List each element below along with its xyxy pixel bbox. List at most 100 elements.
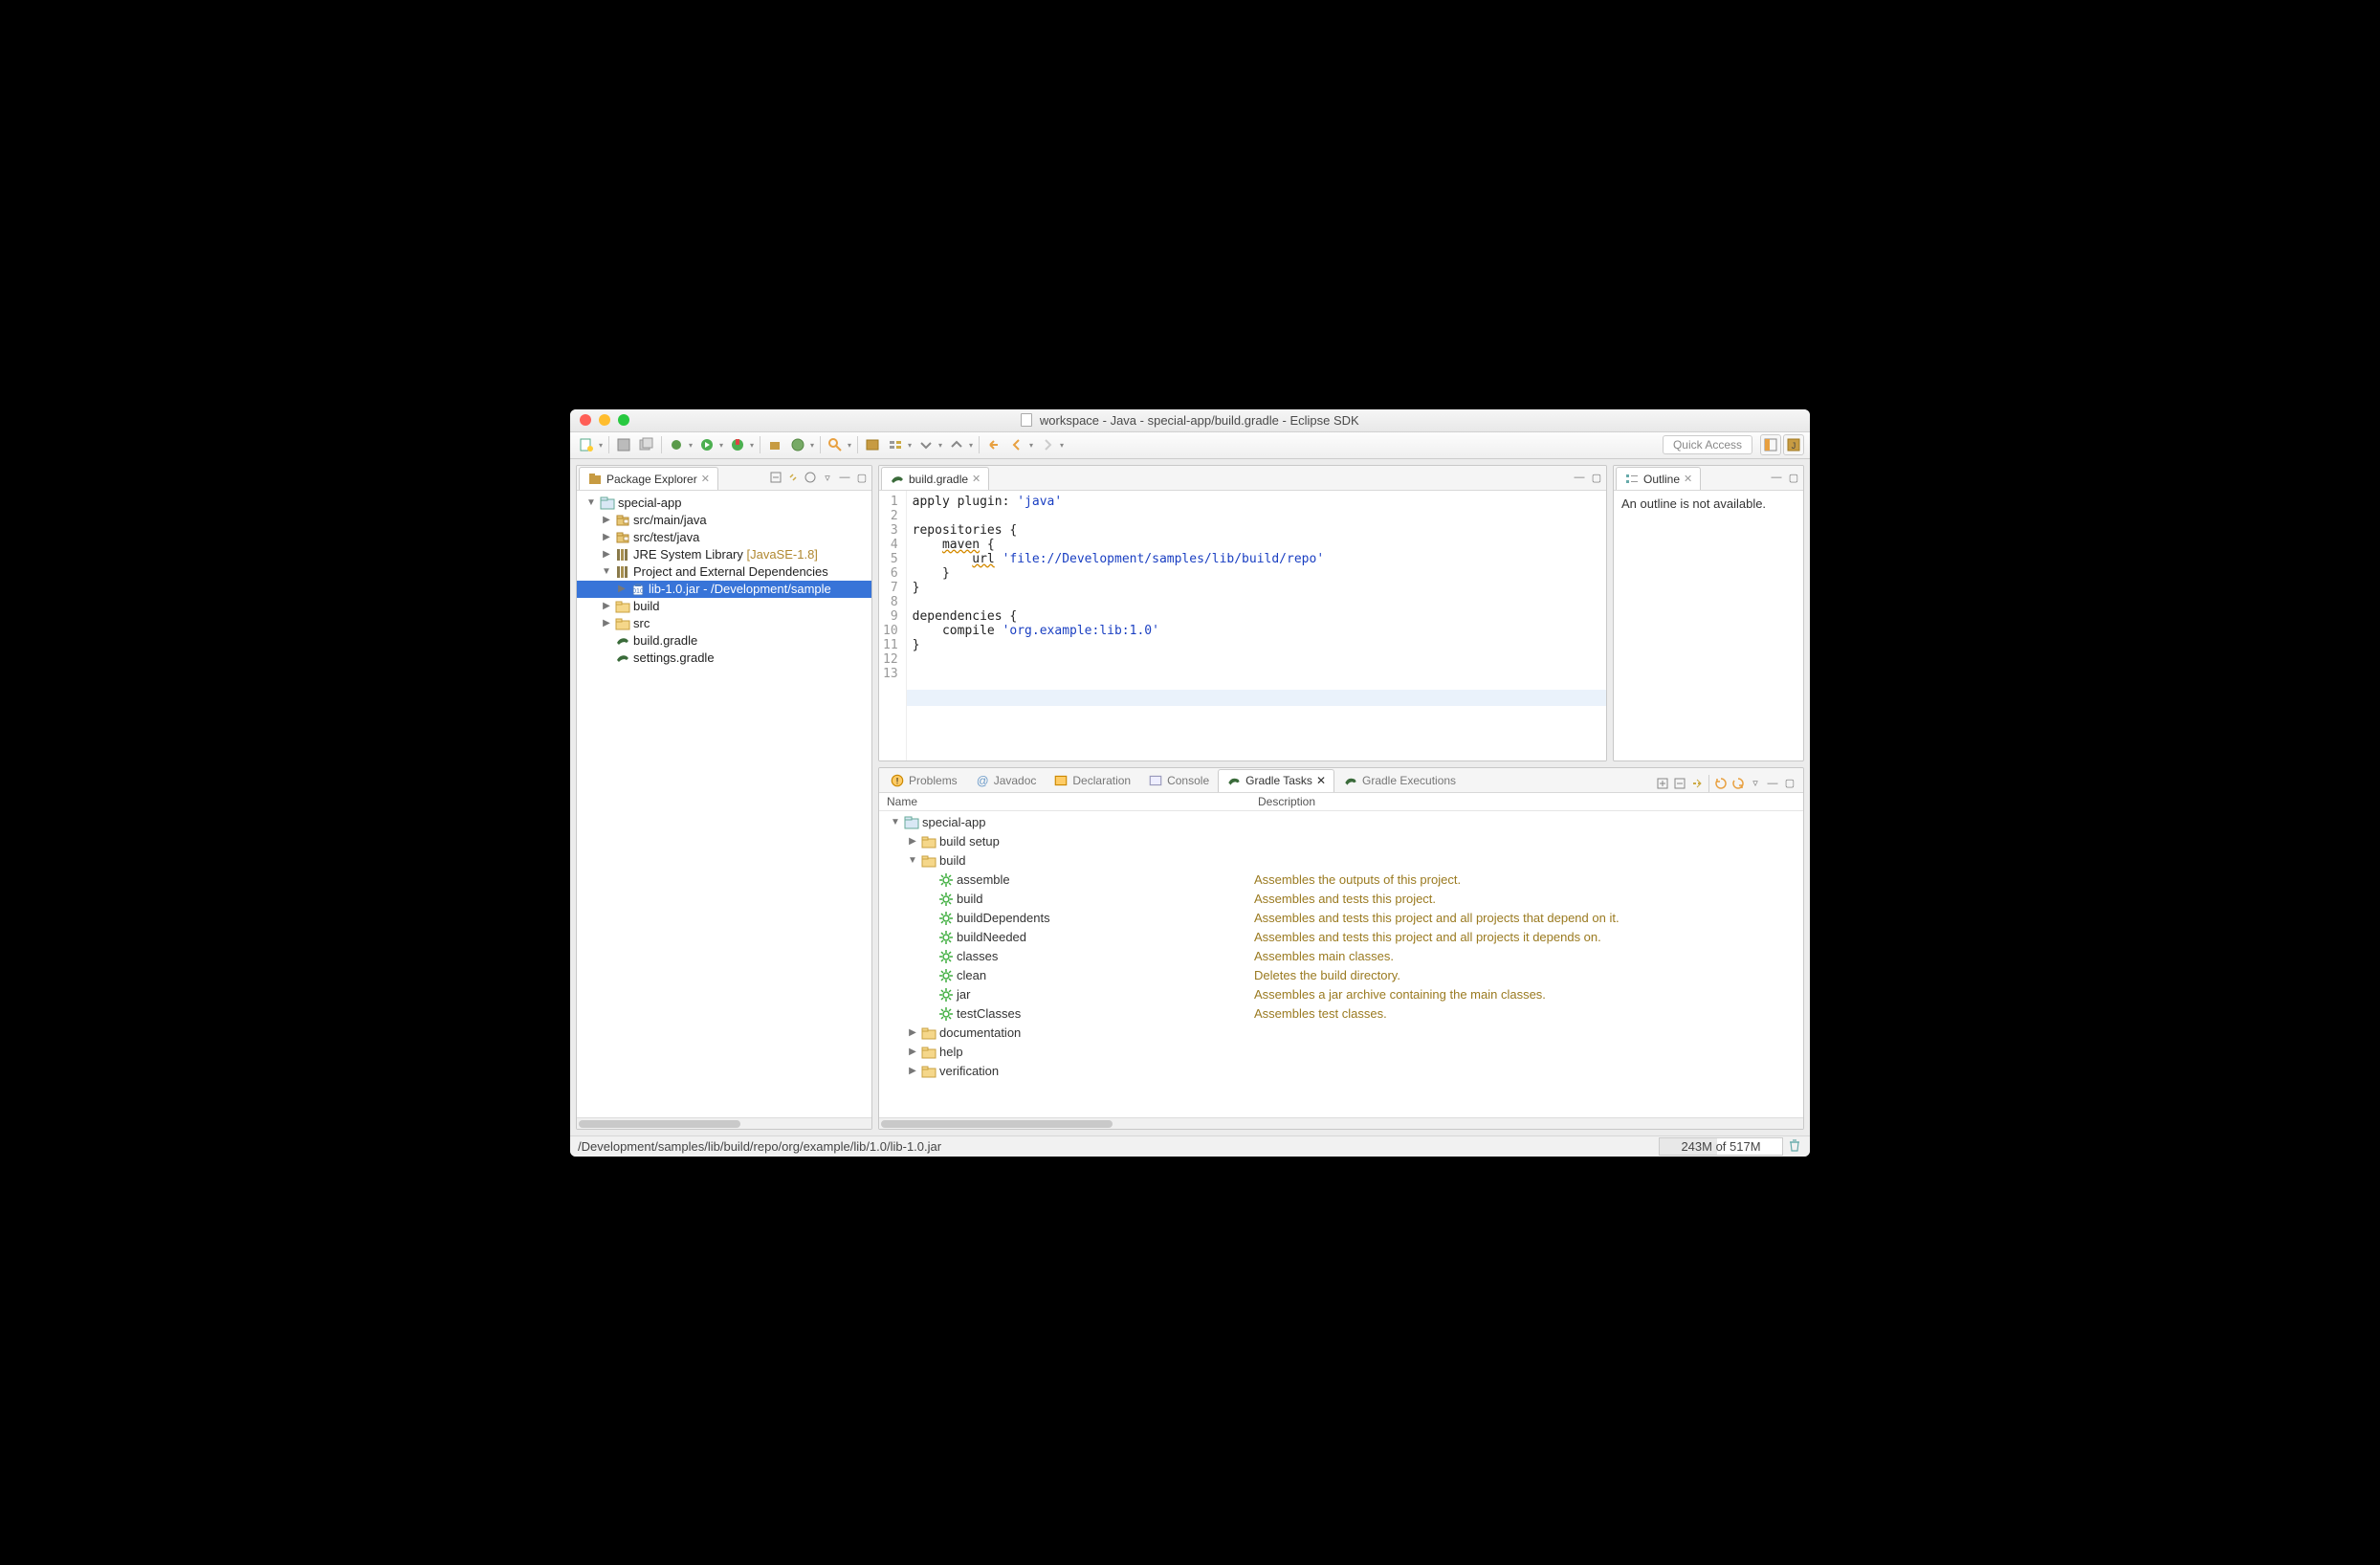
task-row[interactable]: ▶documentation (879, 1024, 1803, 1043)
collapse-all-button[interactable] (768, 470, 783, 485)
close-icon[interactable]: ✕ (1684, 473, 1692, 485)
col-description[interactable]: Description (1258, 795, 1315, 808)
tree-item[interactable]: ▼Project and External Dependencies (577, 563, 871, 581)
tree-item[interactable]: ▶src/main/java (577, 512, 871, 529)
back-button[interactable] (1006, 434, 1027, 455)
task-row[interactable]: jarAssembles a jar archive containing th… (879, 985, 1803, 1004)
maximize-editor-button[interactable]: ▢ (1589, 470, 1604, 485)
link-editor-button[interactable] (785, 470, 801, 485)
tree-item[interactable]: ▶build (577, 598, 871, 615)
minimize-editor-button[interactable]: — (1572, 470, 1587, 485)
task-row[interactable]: ▼build (879, 851, 1803, 871)
bottom-tab-javadoc[interactable]: @Javadoc (966, 769, 1046, 792)
heap-status[interactable]: 243M of 517M (1659, 1137, 1783, 1156)
maximize-bottom-button[interactable]: ▢ (1782, 776, 1797, 791)
tree-item[interactable]: build.gradle (577, 632, 871, 650)
explorer-scrollbar[interactable] (577, 1117, 871, 1129)
forward-button[interactable] (1037, 434, 1058, 455)
close-icon[interactable]: ✕ (1316, 774, 1326, 787)
line-gutter: 12345678910111213 (879, 491, 907, 760)
debug-dropdown[interactable]: ▾ (687, 434, 694, 455)
view-menu-button[interactable]: ▿ (820, 470, 835, 485)
refresh-all-button[interactable] (1730, 776, 1746, 791)
outline-icon (1624, 472, 1640, 487)
task-row[interactable]: ▶build setup (879, 832, 1803, 851)
tree-item[interactable]: ▶010lib-1.0.jar - /Development/sample (577, 581, 871, 598)
new-button[interactable] (576, 434, 597, 455)
new-package-button[interactable] (764, 434, 785, 455)
open-perspective-button[interactable] (1760, 434, 1781, 455)
search-dropdown[interactable]: ▾ (846, 434, 853, 455)
outline-tab[interactable]: Outline ✕ (1616, 467, 1701, 490)
java-perspective-button[interactable]: J (1783, 434, 1804, 455)
open-type-button[interactable] (862, 434, 883, 455)
explorer-tree[interactable]: ▼special-app▶src/main/java▶src/test/java… (577, 491, 871, 1117)
task-row[interactable]: assembleAssembles the outputs of this pr… (879, 871, 1803, 890)
forward-dropdown[interactable]: ▾ (1058, 434, 1066, 455)
tree-item[interactable]: ▶src (577, 615, 871, 632)
prev-dropdown[interactable]: ▾ (967, 434, 975, 455)
collapse-all-button[interactable] (1672, 776, 1687, 791)
next-dropdown[interactable]: ▾ (937, 434, 944, 455)
last-edit-button[interactable] (983, 434, 1004, 455)
new-type-dropdown[interactable]: ▾ (808, 434, 816, 455)
next-annotation-button[interactable] (915, 434, 937, 455)
coverage-button[interactable] (727, 434, 748, 455)
editor-area[interactable]: 12345678910111213 apply plugin: 'java' r… (879, 491, 1606, 760)
expand-all-button[interactable] (1655, 776, 1670, 791)
svg-text:J: J (1792, 441, 1796, 451)
save-all-button[interactable] (636, 434, 657, 455)
task-row[interactable]: ▶verification (879, 1062, 1803, 1081)
tree-item[interactable]: settings.gradle (577, 650, 871, 667)
run-button[interactable] (696, 434, 717, 455)
save-button[interactable] (613, 434, 634, 455)
bottom-scrollbar[interactable] (879, 1117, 1803, 1129)
refresh-button[interactable] (1713, 776, 1729, 791)
bottom-tab-problems[interactable]: !Problems (881, 769, 966, 792)
col-name[interactable]: Name (887, 795, 1258, 808)
coverage-dropdown[interactable]: ▾ (748, 434, 756, 455)
titlebar: workspace - Java - special-app/build.gra… (570, 409, 1810, 432)
maximize-outline-button[interactable]: ▢ (1786, 470, 1801, 485)
task-row[interactable]: buildDependentsAssembles and tests this … (879, 909, 1803, 928)
focus-task-button[interactable] (803, 470, 818, 485)
back-dropdown[interactable]: ▾ (1027, 434, 1035, 455)
close-icon[interactable]: ✕ (701, 473, 710, 485)
view-menu-button[interactable]: ▿ (1748, 776, 1763, 791)
prev-annotation-button[interactable] (946, 434, 967, 455)
new-dropdown[interactable]: ▾ (597, 434, 605, 455)
minimize-view-button[interactable]: — (837, 470, 852, 485)
link-selection-button[interactable] (1689, 776, 1705, 791)
package-explorer-tab[interactable]: Package Explorer ✕ (579, 467, 718, 490)
bottom-tab-declaration[interactable]: Declaration (1045, 769, 1139, 792)
bottom-tab-console[interactable]: Console (1139, 769, 1218, 792)
tree-item[interactable]: ▼special-app (577, 495, 871, 512)
tree-item[interactable]: ▶JRE System Library [JavaSE-1.8] (577, 546, 871, 563)
bottom-tab-gradle-executions[interactable]: Gradle Executions (1334, 769, 1465, 792)
minimize-outline-button[interactable]: — (1769, 470, 1784, 485)
tree-item[interactable]: ▶src/test/java (577, 529, 871, 546)
close-icon[interactable]: ✕ (972, 473, 981, 485)
editor-tab[interactable]: build.gradle ✕ (881, 467, 989, 490)
maximize-view-button[interactable]: ▢ (854, 470, 870, 485)
task-row[interactable]: buildNeededAssembles and tests this proj… (879, 928, 1803, 947)
task-row[interactable]: classesAssembles main classes. (879, 947, 1803, 966)
new-class-button[interactable] (787, 434, 808, 455)
nav-dropdown[interactable]: ▾ (906, 434, 914, 455)
quick-access[interactable]: Quick Access (1663, 435, 1752, 454)
task-row[interactable]: ▼special-app (879, 813, 1803, 832)
task-row[interactable]: buildAssembles and tests this project. (879, 890, 1803, 909)
minimize-bottom-button[interactable]: — (1765, 776, 1780, 791)
package-explorer-pane: Package Explorer ✕ ▿ — ▢ ▼special-app▶sr… (576, 465, 872, 1130)
toggle-breadcrumb-button[interactable] (885, 434, 906, 455)
task-row[interactable]: testClassesAssembles test classes. (879, 1004, 1803, 1024)
debug-button[interactable] (666, 434, 687, 455)
code-content[interactable]: apply plugin: 'java' repositories { mave… (907, 491, 1606, 760)
task-row[interactable]: cleanDeletes the build directory. (879, 966, 1803, 985)
gc-button[interactable] (1787, 1137, 1802, 1156)
bottom-tab-gradle-tasks[interactable]: Gradle Tasks✕ (1218, 769, 1334, 792)
task-row[interactable]: ▶help (879, 1043, 1803, 1062)
gradle-task-tree[interactable]: ▼special-app▶build setup▼buildassembleAs… (879, 811, 1803, 1117)
search-button[interactable] (825, 434, 846, 455)
run-dropdown[interactable]: ▾ (717, 434, 725, 455)
